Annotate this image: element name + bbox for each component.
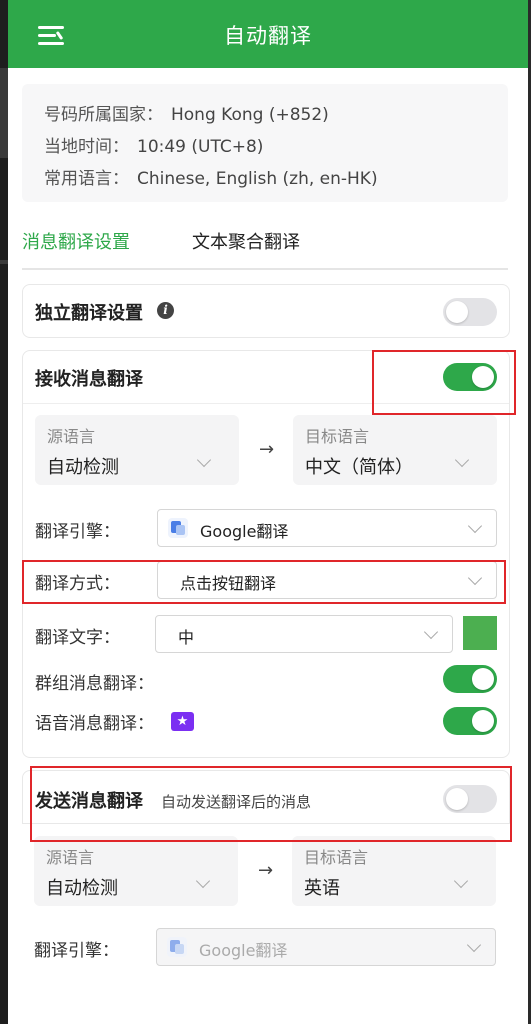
country-row: 号码所属国家： Hong Kong (+852)	[44, 100, 329, 125]
send-target-language-select[interactable]: 目标语言 英语	[292, 836, 496, 906]
independent-settings-card: 独立翻译设置 i	[22, 284, 510, 338]
highlight-translation-mode	[22, 560, 506, 604]
source-language-value: 自动检测	[46, 878, 118, 899]
receive-translation-title: 接收消息翻译	[35, 369, 143, 390]
target-language-label: 目标语言	[304, 848, 369, 867]
app-header: 自动翻译	[8, 0, 528, 68]
tab-message-translation[interactable]: 消息翻译设置	[22, 228, 130, 254]
highlight-receive-toggle	[372, 350, 516, 415]
independent-settings-toggle[interactable]	[443, 298, 497, 326]
source-language-value: 自动检测	[47, 457, 119, 478]
group-translation-label: 群组消息翻译：	[35, 674, 154, 694]
time-value: 10:49 (UTC+8)	[137, 137, 264, 157]
tab-text-aggregation[interactable]: 文本聚合翻译	[192, 228, 300, 254]
page-title: 自动翻译	[224, 24, 312, 48]
engine-label: 翻译引擎：	[35, 522, 120, 542]
star-badge-icon: ★	[171, 712, 194, 731]
time-label: 当地时间：	[44, 137, 129, 157]
voice-translation-label: 语音消息翻译：	[35, 714, 154, 734]
google-translate-icon	[168, 518, 188, 538]
engine-value: Google翻译	[200, 522, 289, 541]
settings-panel: 号码所属国家： Hong Kong (+852) 当地时间： 10:49 (UTC+…	[8, 68, 528, 1024]
chevron-down-icon	[423, 624, 439, 640]
chevron-down-icon	[196, 452, 212, 468]
language-label: 常用语言：	[44, 169, 129, 189]
text-color-swatch[interactable]	[463, 616, 497, 650]
group-translation-toggle[interactable]	[443, 665, 497, 693]
text-label: 翻译文字：	[35, 628, 120, 648]
target-language-value: 中文（简体）	[305, 457, 413, 478]
language-value: Chinese, English (zh, en-HK)	[137, 169, 378, 189]
send-engine-label: 翻译引擎：	[34, 941, 119, 961]
country-label: 号码所属国家：	[44, 105, 163, 125]
contact-info-box: 号码所属国家： Hong Kong (+852) 当地时间： 10:49 (UTC+…	[22, 84, 508, 202]
chevron-down-icon	[467, 518, 483, 534]
chevron-down-icon	[454, 452, 470, 468]
source-language-label: 源语言	[47, 427, 96, 446]
target-language-value: 英语	[304, 878, 340, 899]
source-language-label: 源语言	[46, 848, 95, 867]
independent-settings-title: 独立翻译设置	[35, 303, 143, 324]
text-value: 中	[178, 628, 195, 647]
voice-translation-toggle[interactable]	[443, 707, 497, 735]
arrow-right-icon: →	[259, 439, 275, 460]
receive-engine-select[interactable]: Google翻译	[157, 509, 497, 547]
language-row: 常用语言： Chinese, English (zh, en-HK)	[44, 164, 378, 189]
send-source-language-select[interactable]: 源语言 自动检测	[34, 836, 238, 906]
highlight-send-translation	[30, 766, 512, 842]
arrow-right-icon: →	[258, 860, 274, 881]
send-engine-select: Google翻译	[156, 928, 496, 966]
google-translate-icon	[167, 937, 187, 957]
time-row: 当地时间： 10:49 (UTC+8)	[44, 132, 263, 157]
chevron-down-icon	[466, 937, 482, 953]
country-value: Hong Kong (+852)	[171, 105, 329, 125]
receive-target-language-select[interactable]: 目标语言 中文（简体）	[293, 415, 497, 485]
send-engine-value: Google翻译	[199, 941, 288, 960]
receive-source-language-select[interactable]: 源语言 自动检测	[35, 415, 239, 485]
translation-text-select[interactable]: 中	[155, 615, 453, 653]
chevron-down-icon	[195, 873, 211, 889]
left-window-edge	[0, 0, 8, 1024]
info-icon[interactable]: i	[157, 302, 174, 319]
target-language-label: 目标语言	[305, 427, 370, 446]
chevron-down-icon	[453, 873, 469, 889]
settings-tabs: 消息翻译设置 文本聚合翻译	[22, 220, 508, 270]
